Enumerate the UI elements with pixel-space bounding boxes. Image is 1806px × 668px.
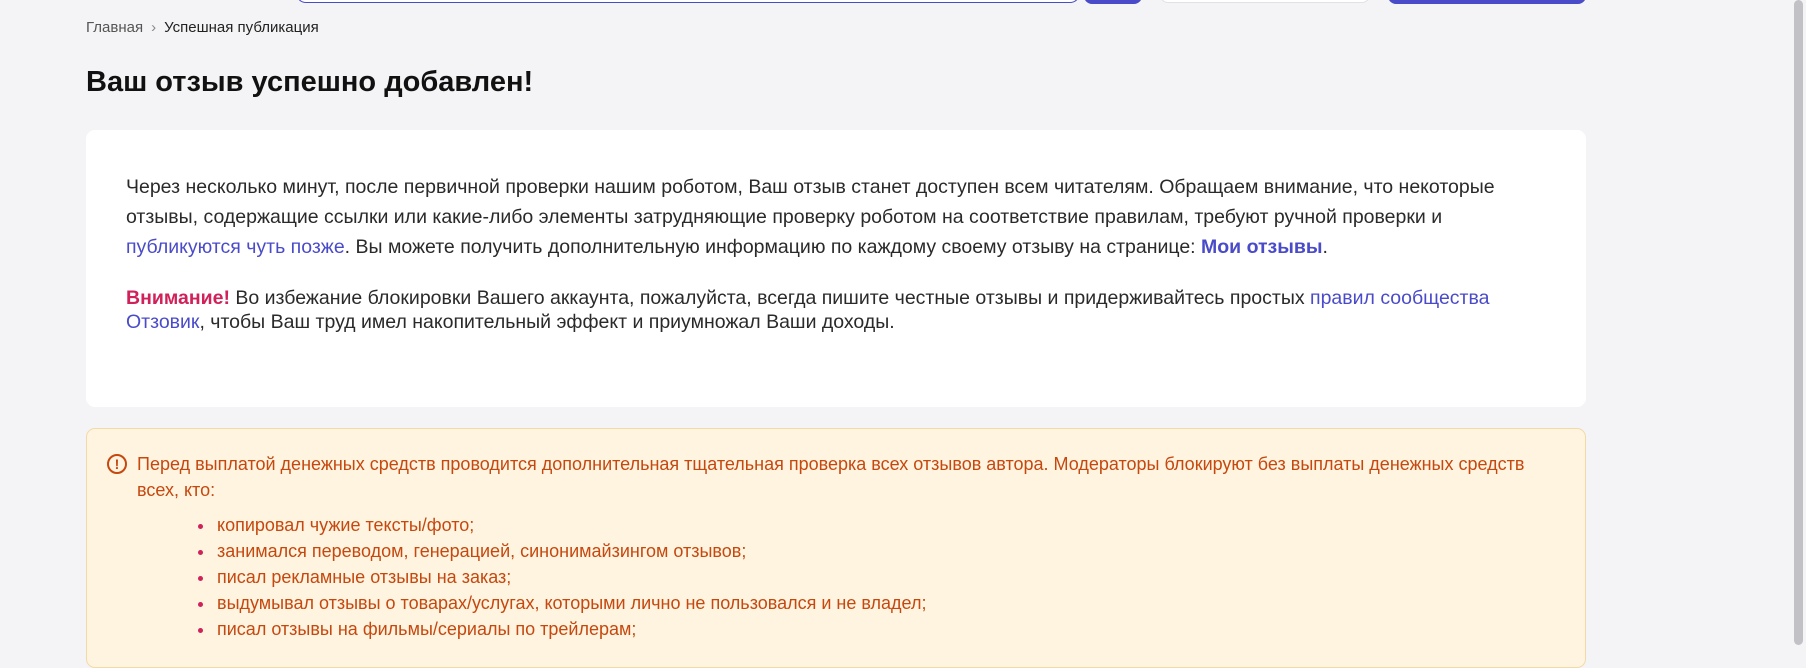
warning-label: Внимание!	[126, 287, 230, 309]
list-item: писал рекламные отзывы на заказ;	[215, 564, 1561, 590]
warning-notice: Внимание! Во избежание блокировки Вашего…	[126, 286, 1546, 334]
breadcrumb: Главная › Успешная публикация	[86, 19, 319, 36]
breadcrumb-home-link[interactable]: Главная	[86, 19, 143, 36]
scrollbar-thumb[interactable]	[1794, 0, 1803, 645]
published-later-link[interactable]: публикуются чуть позже	[126, 236, 345, 258]
list-item: выдумывал отзывы о товарах/услугах, кото…	[215, 590, 1561, 616]
success-card: Через несколько минут, после первичной п…	[86, 130, 1586, 407]
list-item: копировал чужие тексты/фото;	[215, 512, 1561, 538]
page-title: Ваш отзыв успешно добавлен!	[86, 66, 534, 98]
alert-text: Перед выплатой денежных средств проводит…	[137, 454, 1525, 500]
violations-list: копировал чужие тексты/фото; занимался п…	[107, 512, 1561, 642]
breadcrumb-separator: ›	[151, 19, 157, 36]
publication-info-end: .	[1322, 236, 1328, 258]
my-reviews-link[interactable]: Мои отзывы	[1201, 236, 1323, 258]
scrollbar[interactable]	[1790, 0, 1806, 645]
publication-info-part-b: . Вы можете получить дополнительную инфо…	[344, 236, 1202, 258]
exclamation-circle-icon: !	[107, 454, 127, 474]
header-select[interactable]	[1160, 0, 1370, 3]
warning-text-part-a: Во избежание блокировки Вашего аккаунта,…	[229, 287, 1311, 309]
warning-text-part-b: , чтобы Ваш труд имел накопительный эффе…	[199, 311, 895, 333]
publication-info-part-a: Через несколько минут, после первичной п…	[126, 176, 1495, 228]
payout-alert: ! Перед выплатой денежных средств провод…	[86, 428, 1586, 668]
list-item: писал отзывы на фильмы/сериалы по трейле…	[215, 616, 1561, 642]
add-review-button[interactable]	[1388, 0, 1586, 4]
search-button[interactable]	[1084, 0, 1142, 4]
list-item: занимался переводом, генерацией, синоним…	[215, 538, 1561, 564]
search-input[interactable]	[296, 0, 1080, 3]
publication-info-text: Через несколько минут, после первичной п…	[126, 172, 1546, 262]
breadcrumb-current: Успешная публикация	[164, 19, 319, 36]
